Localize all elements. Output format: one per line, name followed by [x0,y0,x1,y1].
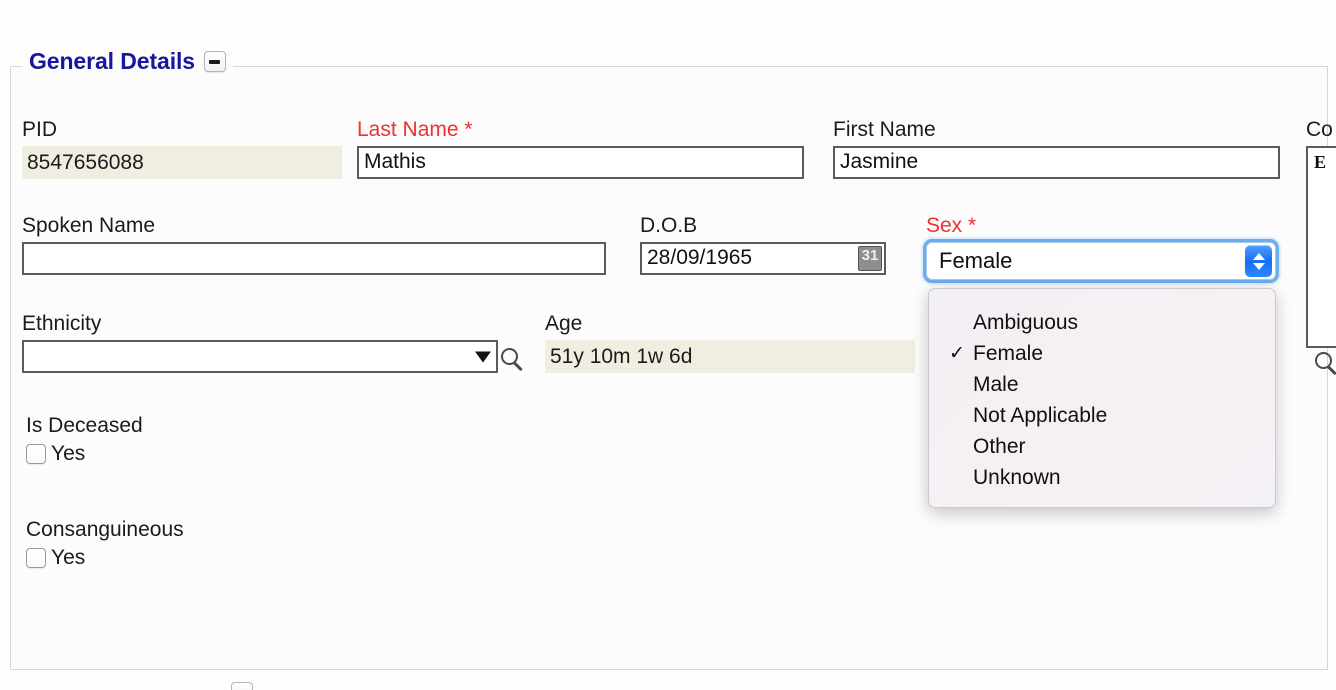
consanguineous-field-group: Consanguineous Yes [26,518,184,570]
is-deceased-label: Is Deceased [26,414,143,437]
first-name-input[interactable] [833,146,1280,179]
is-deceased-checkbox-row[interactable]: Yes [26,442,143,466]
search-icon[interactable] [501,348,527,374]
calendar-day-number: 31 [861,247,879,264]
first-name-label: First Name [833,118,936,141]
last-name-label: Last Name * [357,118,473,141]
dob-input[interactable] [640,242,886,275]
pid-field-group: PID 8547656088 [22,118,342,179]
is-deceased-field-group: Is Deceased Yes [26,414,143,466]
sex-select[interactable]: Female [926,242,1276,280]
sex-option-3[interactable]: Not Applicable [929,400,1275,431]
chevron-down-icon[interactable] [475,351,491,362]
required-asterisk: * [464,118,473,141]
consanguineous-label: Consanguineous [26,518,184,541]
minus-icon[interactable] [203,51,226,72]
general-details-legend: General Details [22,48,233,75]
last-name-input[interactable] [357,146,804,179]
is-deceased-checkbox-label: Yes [51,442,86,465]
is-deceased-checkbox[interactable] [26,444,46,464]
sex-label: Sex * [926,214,977,237]
spoken-name-label: Spoken Name [22,214,156,237]
consanguineous-checkbox[interactable] [26,548,46,568]
consanguineous-checkbox-label: Yes [51,546,86,569]
ethnicity-label: Ethnicity [22,312,102,335]
clipped-comment-label: Co [1306,118,1333,141]
pid-label: PID [22,118,58,141]
sex-dropdown-list[interactable]: Ambiguous ✓ Female Male Not Applicable Ot… [928,288,1276,508]
dob-field-group: D.O.B 31 [640,214,886,275]
dob-label: D.O.B [640,214,698,237]
patient-general-details-form: General Details PID 8547656088 Last Name… [0,0,1336,690]
first-name-field-group: First Name [833,118,1280,179]
clipped-comment-field-group: Co E [1306,118,1336,348]
sex-field-group: Sex * Female [926,214,1276,280]
age-value: 51y 10m 1w 6d [545,340,915,373]
pid-value: 8547656088 [22,146,342,179]
sex-option-4[interactable]: Other [929,431,1275,462]
spoken-name-field-group: Spoken Name [22,214,606,275]
last-name-field-group: Last Name * [357,118,804,179]
calendar-icon[interactable]: 31 [858,246,882,271]
check-icon: ✓ [949,343,965,364]
sex-option-1[interactable]: ✓ Female [929,338,1275,369]
required-asterisk: * [968,214,977,237]
page-title: General Details [29,48,195,74]
ethnicity-field-group: Ethnicity [22,312,498,373]
consanguineous-checkbox-row[interactable]: Yes [26,546,184,570]
age-field-group: Age 51y 10m 1w 6d [545,312,915,373]
chevron-up-down-icon[interactable] [1245,245,1272,277]
next-section-minus-icon[interactable] [231,682,253,690]
sex-option-0[interactable]: Ambiguous [929,307,1275,338]
sex-option-5[interactable]: Unknown [929,462,1275,493]
spoken-name-input[interactable] [22,242,606,275]
sex-selected-value: Female [939,248,1013,273]
clipped-comment-textarea[interactable]: E [1306,146,1336,348]
search-icon[interactable] [1315,352,1336,378]
age-label: Age [545,312,583,335]
ethnicity-input[interactable] [22,340,498,373]
dob-input-wrapper: 31 [640,242,886,275]
sex-option-2[interactable]: Male [929,369,1275,400]
ethnicity-combo-wrapper [22,340,498,373]
